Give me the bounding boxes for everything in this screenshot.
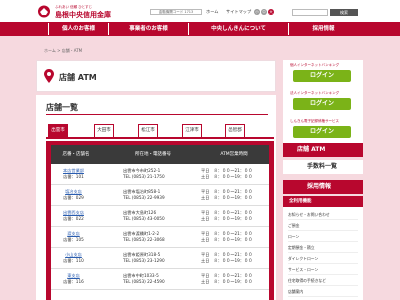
atm-weekend: 土日 ８：００～19：００ (201, 174, 253, 179)
menu-item[interactable]: ダイレクトローン (288, 253, 358, 264)
branch-link[interactable]: 小山支店 (65, 252, 82, 257)
branch-tel: TEL (0853) 21-1750 (123, 174, 165, 179)
atm-weekday: 平日 ８：００～21：００ (201, 168, 253, 173)
menu-item[interactable]: ご預金 (288, 220, 358, 231)
table-header: 店番・店舗名 所在地・電話番号 ATM営業時間 (51, 145, 269, 164)
fees-menu-button[interactable]: 手数料一覧 (283, 160, 363, 174)
branch-code: 店番：105 (63, 237, 84, 242)
menu-item[interactable]: 住宅取得の手続きなど (288, 275, 358, 286)
header-name: 店番・店舗名 (62, 152, 90, 157)
font-size-large-button[interactable]: 大 (268, 9, 274, 15)
font-size-small-button[interactable]: 小 (254, 9, 260, 15)
tab-ochi[interactable]: 邑智郡 (225, 124, 245, 138)
login-button-personal[interactable]: ログイン (293, 70, 351, 82)
atm-weekend: 土日 ８：００～19：００ (201, 216, 253, 221)
search-input[interactable] (292, 9, 328, 16)
menu-title: 全利用機能 (283, 196, 363, 207)
branch-tel: TEL (0853) 22-4590 (123, 279, 165, 284)
home-link[interactable]: ホーム (206, 9, 218, 15)
bank-code: 金融機関コード 1713 (150, 9, 202, 15)
branch-link[interactable]: 出雲西支店 (63, 210, 84, 215)
table-row: 塩冶支店 店番：029 出雲市塩冶町858-1 TEL (0853) 22-9939… (51, 185, 269, 206)
atm-weekend: 土日 ８：００～19：００ (201, 237, 253, 242)
branch-tel: TEL (0853) 22-3068 (123, 237, 165, 242)
header-address: 所在地・電話番号 (135, 152, 171, 157)
branch-code: 店番：116 (63, 279, 84, 284)
login-label-densai: しんきん電子記録債権サービス (290, 119, 339, 123)
login-label-corporate: 法人インターネットバンキング (290, 91, 340, 95)
menu-item[interactable]: サービス・ローン (288, 264, 358, 275)
menu-item[interactable]: 定期預金・積立 (288, 242, 358, 253)
page-title: 店舗 ATM (59, 73, 97, 82)
bank-name[interactable]: 島根中央信用金庫 (55, 10, 111, 20)
branch-address: 出雲市中町1033-5 (123, 273, 159, 278)
bank-logo-icon[interactable] (36, 5, 52, 18)
atm-weekday: 平日 ８：００～21：００ (201, 273, 253, 278)
branch-address: 出雲市渡橋町1-2-2 (123, 231, 160, 236)
nav-about[interactable]: 中央しんきんについて (188, 23, 288, 35)
branch-link[interactable]: 東支店 (67, 273, 80, 278)
login-button-densai[interactable]: ログイン (293, 126, 351, 138)
table-row: 東支店 店番：116 出雲市中町1033-5 TEL (0853) 22-4590 … (51, 269, 269, 290)
atm-weekend: 土日 ８：００～19：００ (201, 279, 253, 284)
atm-menu-button[interactable]: 店舗 ATM (283, 143, 363, 157)
atm-weekend: 土日 ８：００～19：００ (201, 195, 253, 200)
table-row: 渡支店 店番：105 出雲市渡橋町1-2-2 TEL (0853) 22-3068 … (51, 227, 269, 248)
table-row: 本店営業部 店番：101 出雲市今市町252-1 TEL (0853) 21-175… (51, 164, 269, 185)
branch-link[interactable]: 塩冶支店 (65, 189, 82, 194)
section-divider (46, 114, 268, 115)
branch-code: 店番：110 (63, 258, 84, 263)
table-row: 出雲西支店 店番：022 出雲市大島町126 TEL (0853) 43-0050 … (51, 206, 269, 227)
section-heading: 店舗一覧 (46, 103, 78, 112)
login-label-personal: 個人インターネットバンキング (290, 63, 340, 67)
menu-item[interactable]: お知らせ・お問い合わせ (288, 209, 358, 220)
tab-matsue[interactable]: 松江市 (138, 124, 158, 138)
header-atm-hours: ATM営業時間 (220, 152, 248, 157)
tab-gotsu[interactable]: 江津市 (182, 124, 202, 138)
branch-address: 出雲市今市町252-1 (123, 168, 161, 173)
atm-weekday: 平日 ８：００～21：００ (201, 252, 253, 257)
atm-weekday: 平日 ８：００～21：００ (201, 210, 253, 215)
nav-business[interactable]: 事業者のお客様 (108, 23, 188, 35)
nav-recruit[interactable]: 採用情報 (288, 23, 358, 35)
branch-address: 出雲市姫原町318-5 (123, 252, 161, 257)
menu-item[interactable]: 店舗案内 (288, 286, 358, 297)
map-pin-icon (44, 69, 54, 83)
nav-personal[interactable]: 個人のお客様 (48, 23, 108, 35)
breadcrumb[interactable]: ホーム > 店舗・ATM (44, 48, 82, 54)
menu-item[interactable]: ローン (288, 231, 358, 242)
atm-weekday: 平日 ８：００～21：００ (201, 189, 253, 194)
login-button-corporate[interactable]: ログイン (293, 98, 351, 110)
branch-tel: TEL (0853) 43-0050 (123, 216, 165, 221)
font-size-medium-button[interactable]: 中 (261, 9, 267, 15)
atm-weekday: 平日 ８：００～21：００ (201, 231, 253, 236)
branch-link[interactable]: 本店営業部 (63, 168, 84, 173)
branch-address: 出雲市塩冶町858-1 (123, 189, 161, 194)
branch-code: 店番：101 (63, 174, 84, 179)
table-row: 小山支店 店番：110 出雲市姫原町318-5 TEL (0853) 23-1290… (51, 248, 269, 269)
atm-weekend: 土日 ８：００～19：００ (201, 258, 253, 263)
recruit-menu-button[interactable]: 採用情報 (283, 180, 363, 194)
sitemap-link[interactable]: サイトマップ (226, 9, 251, 15)
branch-code: 店番：022 (63, 216, 84, 221)
branch-tel: TEL (0853) 22-9939 (123, 195, 165, 200)
branch-address: 出雲市大島町126 (123, 210, 157, 215)
branch-tel: TEL (0853) 23-1290 (123, 258, 165, 263)
tab-oda[interactable]: 大田市 (94, 124, 114, 138)
branch-code: 店番：029 (63, 195, 84, 200)
search-button[interactable]: 検索 (330, 9, 358, 16)
tab-bar (46, 137, 274, 139)
tab-izumo[interactable]: 出雲市 (48, 124, 68, 138)
branch-link[interactable]: 渡支店 (67, 231, 80, 236)
